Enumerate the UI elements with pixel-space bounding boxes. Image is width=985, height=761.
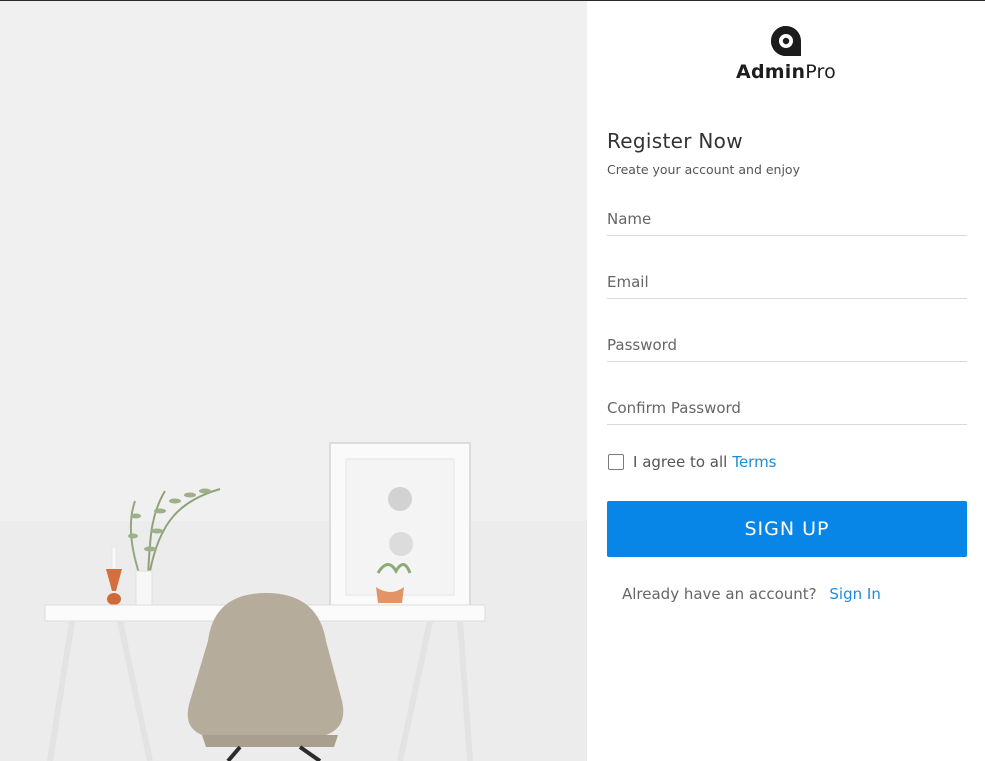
- hero-image: [0, 1, 587, 761]
- register-page: AdminPro Register Now Create your accoun…: [0, 0, 985, 761]
- terms-text: I agree to all: [633, 453, 728, 471]
- sign-in-link[interactable]: Sign In: [829, 585, 880, 603]
- sign-in-row: Already have an account? Sign In: [607, 585, 967, 603]
- name-field-wrapper: [607, 203, 967, 236]
- terms-link[interactable]: Terms: [732, 453, 776, 471]
- terms-row: I agree to all Terms: [607, 453, 967, 471]
- brand-logo: AdminPro: [587, 25, 985, 83]
- sign-up-button[interactable]: SIGN UP: [607, 501, 967, 557]
- brand-logo-icon: [771, 26, 801, 56]
- terms-checkbox[interactable]: [608, 454, 624, 470]
- picture-frame: [329, 442, 471, 612]
- desk-scene-illustration: [0, 1, 587, 761]
- password-field-wrapper: [607, 329, 967, 362]
- form-subtitle: Create your account and enjoy: [607, 162, 800, 177]
- brand-name-bold: Admin: [736, 61, 806, 83]
- form-title: Register Now: [607, 129, 743, 153]
- email-input[interactable]: [607, 270, 967, 294]
- sign-in-prompt: Already have an account?: [622, 585, 817, 603]
- register-form: Register Now Create your account and enj…: [607, 129, 967, 603]
- confirm-password-input[interactable]: [607, 396, 967, 420]
- password-input[interactable]: [607, 333, 967, 357]
- email-field-wrapper: [607, 266, 967, 299]
- confirm-password-field-wrapper: [607, 392, 967, 425]
- brand-name-light: Pro: [805, 61, 836, 83]
- register-panel: AdminPro Register Now Create your accoun…: [587, 1, 985, 761]
- name-input[interactable]: [607, 207, 967, 231]
- brand-name: AdminPro: [587, 61, 985, 83]
- form-fields: [607, 203, 967, 425]
